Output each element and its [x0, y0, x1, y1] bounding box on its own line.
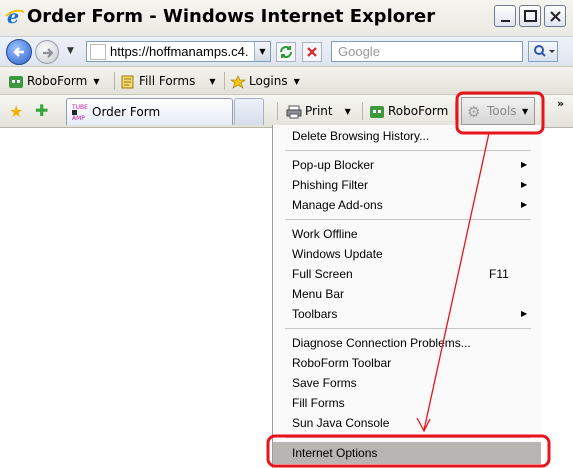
url-text: https://hoffmanamps.c4.: [110, 44, 249, 59]
fill-forms-button[interactable]: Fill Forms ▼: [120, 71, 215, 91]
close-icon: [550, 11, 561, 22]
maximize-button[interactable]: [519, 5, 541, 27]
new-tab-button[interactable]: [234, 98, 264, 125]
print-label: Print: [305, 104, 333, 118]
submenu-arrow-icon: ▶: [521, 309, 528, 318]
more-commands-chevron-icon[interactable]: »: [557, 97, 564, 110]
window-title: Order Form - Windows Internet Explorer: [27, 6, 436, 27]
forward-arrow-icon: [43, 48, 54, 58]
submenu-arrow-icon: ▶: [521, 180, 528, 189]
back-arrow-icon: [13, 47, 24, 57]
fill-forms-icon: [121, 75, 134, 88]
toolbar-divider: [114, 72, 115, 90]
minimize-button[interactable]: [494, 5, 516, 27]
menu-item-manage-addons[interactable]: Manage Add-ons ▶: [273, 195, 541, 215]
stop-button[interactable]: [302, 42, 322, 62]
menu-divider: [285, 437, 531, 438]
chevron-down-icon: ▼: [293, 76, 300, 86]
menu-item-save-forms[interactable]: Save Forms: [273, 373, 541, 393]
search-placeholder: Google: [338, 44, 380, 59]
submenu-arrow-icon: ▶: [521, 160, 528, 169]
menu-item-full-screen[interactable]: Full Screen F11: [273, 264, 541, 284]
chevron-down-icon: ▼: [522, 107, 529, 116]
svg-text:e: e: [7, 6, 19, 26]
add-favorite-icon[interactable]: ✚: [35, 101, 48, 120]
chevron-down-icon: ▼: [209, 76, 216, 86]
site-favicon-icon: [90, 44, 106, 60]
tools-label: Tools: [487, 104, 517, 118]
logins-button[interactable]: Logins ▼: [230, 71, 300, 91]
menu-divider: [285, 219, 531, 220]
menu-divider: [285, 150, 531, 151]
forward-button[interactable]: [35, 40, 59, 64]
tools-menu: Delete Browsing History... Pop-up Blocke…: [272, 125, 541, 468]
roboform-icon: [370, 105, 384, 118]
submenu-arrow-icon: ▶: [521, 200, 528, 209]
menu-item-phishing-filter[interactable]: Phishing Filter ▶: [273, 175, 541, 195]
gear-icon: ⚙: [467, 103, 481, 121]
minimize-icon: [501, 20, 510, 22]
fill-forms-label: Fill Forms: [139, 74, 196, 88]
search-icon: [534, 45, 555, 57]
search-button[interactable]: [528, 41, 558, 62]
internet-explorer-icon: e: [5, 6, 25, 26]
favorites-star-icon[interactable]: ★: [9, 102, 23, 121]
site-favicon-icon: TUBE AMP: [71, 104, 88, 121]
roboform-icon: [9, 75, 23, 88]
refresh-button[interactable]: [276, 42, 296, 62]
menu-divider: [285, 328, 531, 329]
maximize-icon: [524, 10, 537, 22]
tab-order-form[interactable]: TUBE AMP Order Form: [66, 98, 233, 125]
menu-item-windows-update[interactable]: Windows Update: [273, 244, 541, 264]
tab-label: Order Form: [92, 105, 161, 119]
address-dropdown-chevron-down-icon[interactable]: ▼: [254, 42, 270, 61]
address-bar: ▼ https://hoffmanamps.c4. ▼ Google: [0, 36, 573, 66]
chevron-down-icon: ▼: [93, 76, 100, 86]
menu-item-internet-options[interactable]: Internet Options: [273, 442, 541, 464]
printer-icon: [286, 105, 302, 118]
shortcut-label: F11: [489, 267, 509, 281]
menu-item-sun-java-console[interactable]: Sun Java Console: [273, 413, 541, 433]
refresh-icon: [280, 46, 292, 58]
back-button[interactable]: [6, 39, 32, 65]
menu-item-delete-browsing-history[interactable]: Delete Browsing History...: [273, 126, 541, 146]
roboform-menu-button[interactable]: RoboForm ▼: [8, 71, 99, 91]
roboform-command-button[interactable]: RoboForm: [369, 101, 448, 121]
tools-button[interactable]: ⚙ Tools ▼: [461, 97, 535, 125]
logins-icon: [230, 74, 246, 89]
toolbar-divider: [224, 72, 225, 90]
stop-icon: [307, 47, 317, 57]
menu-item-roboform-toolbar[interactable]: RoboForm Toolbar: [273, 353, 541, 373]
menu-item-work-offline[interactable]: Work Offline: [273, 224, 541, 244]
print-button[interactable]: Print ▼: [286, 101, 351, 121]
menu-item-popup-blocker[interactable]: Pop-up Blocker ▶: [273, 155, 541, 175]
recent-pages-chevron-down-icon[interactable]: ▼: [67, 46, 74, 56]
menu-item-diagnose-connection[interactable]: Diagnose Connection Problems...: [273, 333, 541, 353]
address-input[interactable]: https://hoffmanamps.c4. ▼: [86, 41, 271, 62]
logins-label: Logins: [249, 74, 288, 88]
menu-item-fill-forms[interactable]: Fill Forms: [273, 393, 541, 413]
roboform-label: RoboForm: [27, 74, 88, 88]
roboform-command-label: RoboForm: [388, 104, 449, 118]
toolbar-divider: [455, 102, 456, 120]
toolbar-divider: [362, 102, 363, 120]
roboform-toolbar: RoboForm ▼ Fill Forms ▼ Logins ▼: [0, 66, 573, 94]
menu-item-toolbars[interactable]: Toolbars ▶: [273, 304, 541, 324]
menu-item-menu-bar[interactable]: Menu Bar: [273, 284, 541, 304]
tab-bar: ★ ✚ TUBE AMP Order Form Print ▼ RoboForm ⚙…: [0, 94, 573, 128]
toolbar-divider: [277, 102, 278, 120]
close-button[interactable]: [544, 5, 566, 27]
svg-text:TUBE: TUBE: [71, 104, 88, 111]
chevron-down-icon: ▼: [344, 106, 351, 116]
title-bar: e Order Form - Windows Internet Explorer: [0, 0, 573, 36]
svg-text:AMP: AMP: [72, 115, 85, 121]
search-input[interactable]: Google: [331, 41, 523, 62]
